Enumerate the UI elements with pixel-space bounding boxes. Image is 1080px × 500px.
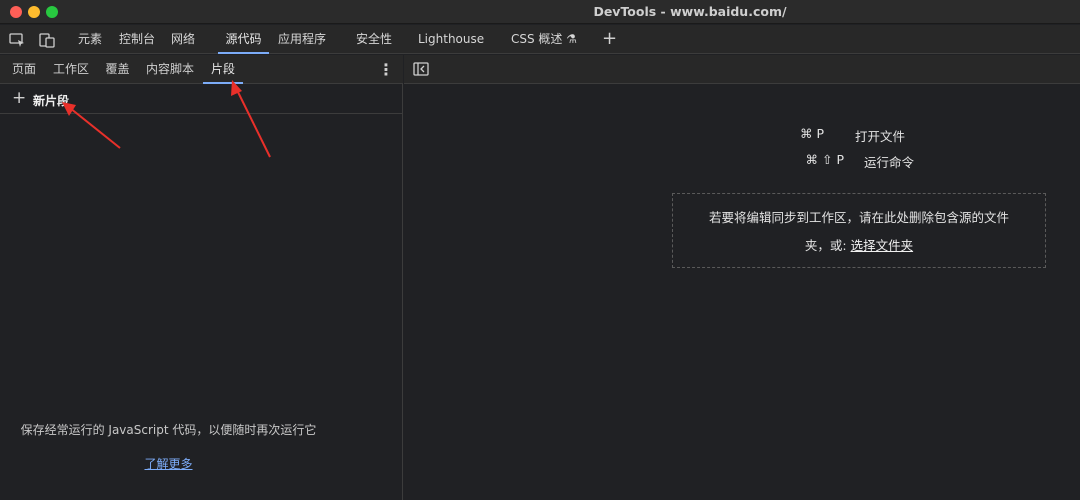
window-title: DevTools - www.baidu.com/ bbox=[593, 4, 787, 19]
plus-icon: + bbox=[12, 88, 27, 108]
device-toolbar-icon[interactable] bbox=[39, 32, 55, 48]
sources-navigator: 页面 工作区 覆盖 内容脚本 片段 ⋮ + 新片段 保存经常运行的 JavaSc… bbox=[0, 55, 403, 500]
navigator-tab-bar: 页面 工作区 覆盖 内容脚本 片段 ⋮ bbox=[0, 55, 403, 84]
editor-toolbar bbox=[404, 55, 1080, 84]
tab-lighthouse[interactable]: Lighthouse bbox=[418, 25, 484, 54]
empty-snippets-message: 保存经常运行的 JavaScript 代码，以便随时再次运行它 bbox=[20, 423, 317, 437]
tab-console[interactable]: 控制台 bbox=[115, 25, 159, 54]
more-tabs-plus-icon[interactable]: + bbox=[602, 29, 617, 49]
toggle-navigator-icon[interactable] bbox=[413, 62, 429, 77]
drop-zone-prefix: 夹，或: bbox=[804, 238, 851, 253]
drop-zone-text: 若要将编辑同步到工作区，请在此处删除包含源的文件 bbox=[708, 210, 1009, 225]
drop-zone-text-2: 夹，或: 选择文件夹 bbox=[673, 235, 1045, 254]
subtab-overrides[interactable]: 覆盖 bbox=[101, 55, 134, 84]
shortcut-key: ⌘ ⇧ P bbox=[805, 152, 844, 167]
shortcut-open-file: ⌘ P 打开文件 bbox=[404, 126, 1080, 146]
subtab-snippets[interactable]: 片段 bbox=[203, 55, 243, 84]
learn-more-link[interactable]: 了解更多 bbox=[0, 455, 337, 472]
subtab-workspace[interactable]: 工作区 bbox=[49, 55, 93, 84]
tab-elements[interactable]: 元素 bbox=[72, 25, 108, 54]
tab-application[interactable]: 应用程序 bbox=[276, 25, 328, 54]
tab-sources[interactable]: 源代码 bbox=[218, 25, 269, 54]
editor-pane: ⌘ P 打开文件 ⌘ ⇧ P 运行命令 若要将编辑同步到工作区，请在此处删除包含… bbox=[404, 55, 1080, 500]
tab-network[interactable]: 网络 bbox=[167, 25, 199, 54]
shortcut-run-command: ⌘ ⇧ P 运行命令 bbox=[404, 152, 1080, 172]
shortcut-label: 打开文件 bbox=[855, 129, 906, 144]
shortcut-label: 运行命令 bbox=[864, 155, 915, 170]
new-snippet-button[interactable]: + 新片段 bbox=[0, 85, 403, 114]
tab-css-overview[interactable]: CSS 概述 ⚗ bbox=[508, 25, 580, 54]
new-snippet-label: 新片段 bbox=[33, 94, 70, 108]
subtab-page[interactable]: 页面 bbox=[7, 55, 41, 84]
select-folder-link[interactable]: 选择文件夹 bbox=[851, 238, 914, 253]
inspect-element-icon[interactable] bbox=[9, 32, 25, 48]
main-tab-bar: 元素 控制台 网络 源代码 应用程序 安全性 Lighthouse CSS 概述… bbox=[0, 25, 1080, 54]
more-options-kebab-icon[interactable]: ⋮ bbox=[378, 61, 394, 79]
tab-security[interactable]: 安全性 bbox=[352, 25, 396, 54]
subtab-content-scripts[interactable]: 内容脚本 bbox=[142, 55, 198, 84]
title-bar: DevTools - www.baidu.com/ bbox=[0, 0, 1080, 24]
workspace-drop-zone[interactable]: 若要将编辑同步到工作区，请在此处删除包含源的文件 夹，或: 选择文件夹 bbox=[672, 193, 1046, 268]
shortcut-key: ⌘ P bbox=[799, 126, 824, 141]
